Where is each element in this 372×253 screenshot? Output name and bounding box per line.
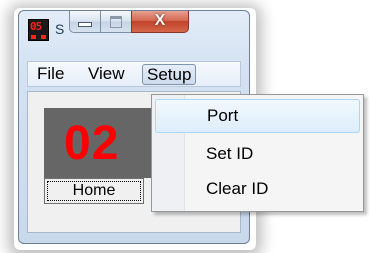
- menu-bar: File View Setup: [27, 61, 241, 87]
- setup-dropdown-menu: Port Set ID Clear ID: [151, 94, 364, 212]
- minimize-button[interactable]: [69, 11, 101, 33]
- app-icon-dot: [41, 35, 46, 39]
- id-display-value: 02: [64, 117, 120, 170]
- menu-setup[interactable]: Setup: [142, 64, 197, 85]
- window-title: S: [55, 21, 65, 37]
- maximize-icon: [110, 16, 122, 28]
- menu-item-clear-id[interactable]: Clear ID: [155, 172, 360, 206]
- maximize-button[interactable]: [100, 11, 132, 33]
- menu-file[interactable]: File: [33, 64, 68, 85]
- close-icon: X: [154, 12, 166, 29]
- menu-item-set-id[interactable]: Set ID: [155, 137, 360, 171]
- focus-rectangle: [47, 181, 141, 201]
- home-button[interactable]: Home: [44, 178, 144, 204]
- app-icon-dot: [31, 35, 36, 39]
- app-icon[interactable]: 05: [28, 19, 49, 41]
- close-button[interactable]: X: [131, 11, 189, 33]
- app-icon-digits: 05: [30, 20, 42, 33]
- menu-view[interactable]: View: [84, 64, 129, 85]
- minimize-icon: [78, 22, 92, 27]
- menu-item-port[interactable]: Port: [155, 99, 360, 133]
